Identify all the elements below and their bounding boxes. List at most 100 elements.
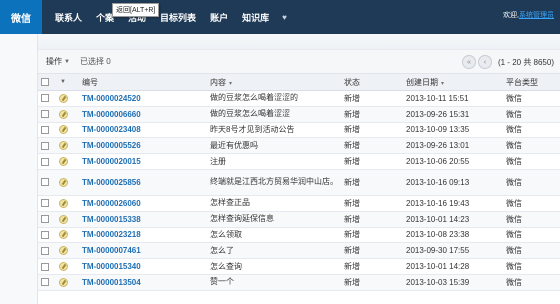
row-checkbox[interactable] xyxy=(38,230,52,239)
header-content[interactable]: 内容 ▾ xyxy=(210,77,340,88)
header-status[interactable]: 状态 xyxy=(340,77,406,88)
row-id-link[interactable]: TM-0000020015 xyxy=(74,157,210,166)
row-status: 新增 xyxy=(344,277,360,287)
edit-note-icon[interactable] xyxy=(52,262,74,272)
row-content: 最近有优惠吗 xyxy=(210,140,258,150)
row-id-link[interactable]: TM-0000026060 xyxy=(74,199,210,208)
table-row[interactable]: TM-0000015338 怎样查询延保信息 新增 2013-10-01 14:23 微… xyxy=(38,211,560,228)
message-table: ▼ 编号 内容 ▾ 状态 创建日期 ▾ 平台类型 TM-0000024520 做的豆浆… xyxy=(38,74,560,291)
row-checkbox[interactable] xyxy=(38,125,52,134)
row-checkbox[interactable] xyxy=(38,141,52,150)
row-date: 2013-10-01 14:23 xyxy=(406,214,470,224)
row-id-link[interactable]: TM-0000023408 xyxy=(74,125,210,134)
table-row[interactable]: TM-0000007461 怎么了 新增 2013-09-30 17:55 微信 xyxy=(38,243,560,260)
row-date: 2013-10-06 20:55 xyxy=(406,157,470,167)
row-date: 2013-10-08 23:38 xyxy=(406,230,470,240)
row-id-link[interactable]: TM-0000025856 xyxy=(74,178,210,187)
back-tooltip: 返回[ALT+R] xyxy=(112,3,160,17)
header-id[interactable]: 编号 xyxy=(74,77,210,88)
table-row[interactable]: TM-0000015340 怎么查询 新增 2013-10-01 14:28 微信 xyxy=(38,259,560,275)
row-content: 怎样查询延保信息 xyxy=(210,214,274,224)
edit-note-icon[interactable] xyxy=(52,277,74,287)
header-platform[interactable]: 平台类型 xyxy=(498,77,548,88)
chevron-down-icon: ▼ xyxy=(64,58,70,65)
edit-note-icon[interactable] xyxy=(52,125,74,135)
header-caret-icon[interactable]: ▼ xyxy=(52,79,74,85)
row-platform: 微信 xyxy=(506,157,522,167)
row-checkbox[interactable] xyxy=(38,110,52,119)
row-checkbox[interactable] xyxy=(38,246,52,255)
row-checkbox[interactable] xyxy=(38,157,52,166)
edit-note-icon[interactable] xyxy=(52,177,74,187)
row-id-link[interactable]: TM-0000005526 xyxy=(74,141,210,150)
nav-item-accounts[interactable]: 账户 xyxy=(203,0,235,34)
sort-icon[interactable]: ▾ xyxy=(229,81,232,87)
nav-item-knowledge-base[interactable]: 知识库 xyxy=(235,0,276,34)
row-status: 新增 xyxy=(344,157,360,167)
edit-note-icon[interactable] xyxy=(52,109,74,119)
row-checkbox[interactable] xyxy=(38,94,52,103)
row-checkbox[interactable] xyxy=(38,262,52,271)
row-id-link[interactable]: TM-0000015340 xyxy=(74,262,210,271)
table-row[interactable]: TM-0000026060 怎样查正品 新增 2013-10-16 19:43 微信 xyxy=(38,196,560,212)
row-date: 2013-10-01 14:28 xyxy=(406,262,470,272)
table-row[interactable]: TM-0000005526 最近有优惠吗 新增 2013-09-26 13:01 微信 xyxy=(38,138,560,155)
row-id-link[interactable]: TM-0000023218 xyxy=(74,230,210,239)
nav-item-contacts[interactable]: 联系人 xyxy=(48,0,89,34)
more-menu-icon[interactable]: ♥ xyxy=(276,13,293,22)
row-id-link[interactable]: TM-0000013504 xyxy=(74,278,210,287)
row-id-link[interactable]: TM-0000024520 xyxy=(74,94,210,103)
row-platform: 微信 xyxy=(506,109,522,119)
table-row[interactable]: TM-0000023408 昨天8号才见到活动公告 新增 2013-10-09 13:… xyxy=(38,123,560,139)
table-row[interactable]: TM-0000023218 怎么领取 新增 2013-10-08 23:38 微信 xyxy=(38,228,560,244)
table-body: TM-0000024520 做的豆浆怎么喝着涩涩的 新增 2013-10-11 15:… xyxy=(38,91,560,291)
edit-note-icon[interactable] xyxy=(52,93,74,103)
row-content: 怎么了 xyxy=(210,245,234,255)
row-checkbox[interactable] xyxy=(38,278,52,287)
user-greeting: 欢迎,系统管理员 xyxy=(503,10,554,20)
row-checkbox[interactable] xyxy=(38,199,52,208)
row-status: 新增 xyxy=(344,246,360,256)
edit-note-icon[interactable] xyxy=(52,230,74,240)
edit-note-icon[interactable] xyxy=(52,198,74,208)
selected-value: 0 xyxy=(106,57,111,66)
row-content: 注册 xyxy=(210,156,226,166)
row-content: 做的豆浆怎么喝着涩涩 xyxy=(210,109,290,119)
row-date: 2013-10-16 09:13 xyxy=(406,177,470,187)
table-row[interactable]: TM-0000020015 注册 新增 2013-10-06 20:55 微信 xyxy=(38,154,560,170)
select-all-checkbox[interactable] xyxy=(38,78,52,86)
table-row[interactable]: TM-0000025856 终端就是江西北方贸易华润中山店。 新增 2013-10-1… xyxy=(38,169,560,196)
row-platform: 微信 xyxy=(506,262,522,272)
edit-note-icon[interactable] xyxy=(52,246,74,256)
row-date: 2013-09-30 17:55 xyxy=(406,246,470,256)
row-status: 新增 xyxy=(344,262,360,272)
row-platform: 微信 xyxy=(506,230,522,240)
first-page-icon[interactable]: « xyxy=(461,55,476,69)
row-status: 新增 xyxy=(344,141,360,151)
sort-icon[interactable]: ▾ xyxy=(441,81,444,87)
row-date: 2013-09-26 15:31 xyxy=(406,109,470,119)
prev-page-icon[interactable]: ‹ xyxy=(477,55,492,69)
row-date: 2013-10-16 19:43 xyxy=(406,198,470,208)
user-name-link[interactable]: 系统管理员 xyxy=(519,12,554,19)
wechat-logo-tab[interactable]: 微信 xyxy=(0,0,42,34)
row-id-link[interactable]: TM-0000006660 xyxy=(74,110,210,119)
edit-note-icon[interactable] xyxy=(52,214,74,224)
row-checkbox[interactable] xyxy=(38,178,52,187)
table-row[interactable]: TM-0000013504 赞一个 新增 2013-10-03 15:39 微信 xyxy=(38,274,560,291)
edit-note-icon[interactable] xyxy=(52,141,74,151)
row-platform: 微信 xyxy=(506,125,522,135)
nav-item-target-lists[interactable]: 目标列表 xyxy=(153,0,203,34)
row-checkbox[interactable] xyxy=(38,215,52,224)
row-date: 2013-10-11 15:51 xyxy=(406,93,469,103)
actions-dropdown[interactable]: 操作 ▼ xyxy=(46,56,70,67)
table-row[interactable]: TM-0000006660 做的豆浆怎么喝着涩涩 新增 2013-09-26 15:3… xyxy=(38,106,560,123)
row-date: 2013-10-03 15:39 xyxy=(406,277,470,287)
header-date[interactable]: 创建日期 ▾ xyxy=(406,77,498,88)
edit-note-icon[interactable] xyxy=(52,157,74,167)
row-status: 新增 xyxy=(344,125,360,135)
row-content: 怎么查询 xyxy=(210,261,242,271)
row-id-link[interactable]: TM-0000015338 xyxy=(74,215,210,224)
row-id-link[interactable]: TM-0000007461 xyxy=(74,246,210,255)
table-row[interactable]: TM-0000024520 做的豆浆怎么喝着涩涩的 新增 2013-10-11 15:… xyxy=(38,91,560,107)
